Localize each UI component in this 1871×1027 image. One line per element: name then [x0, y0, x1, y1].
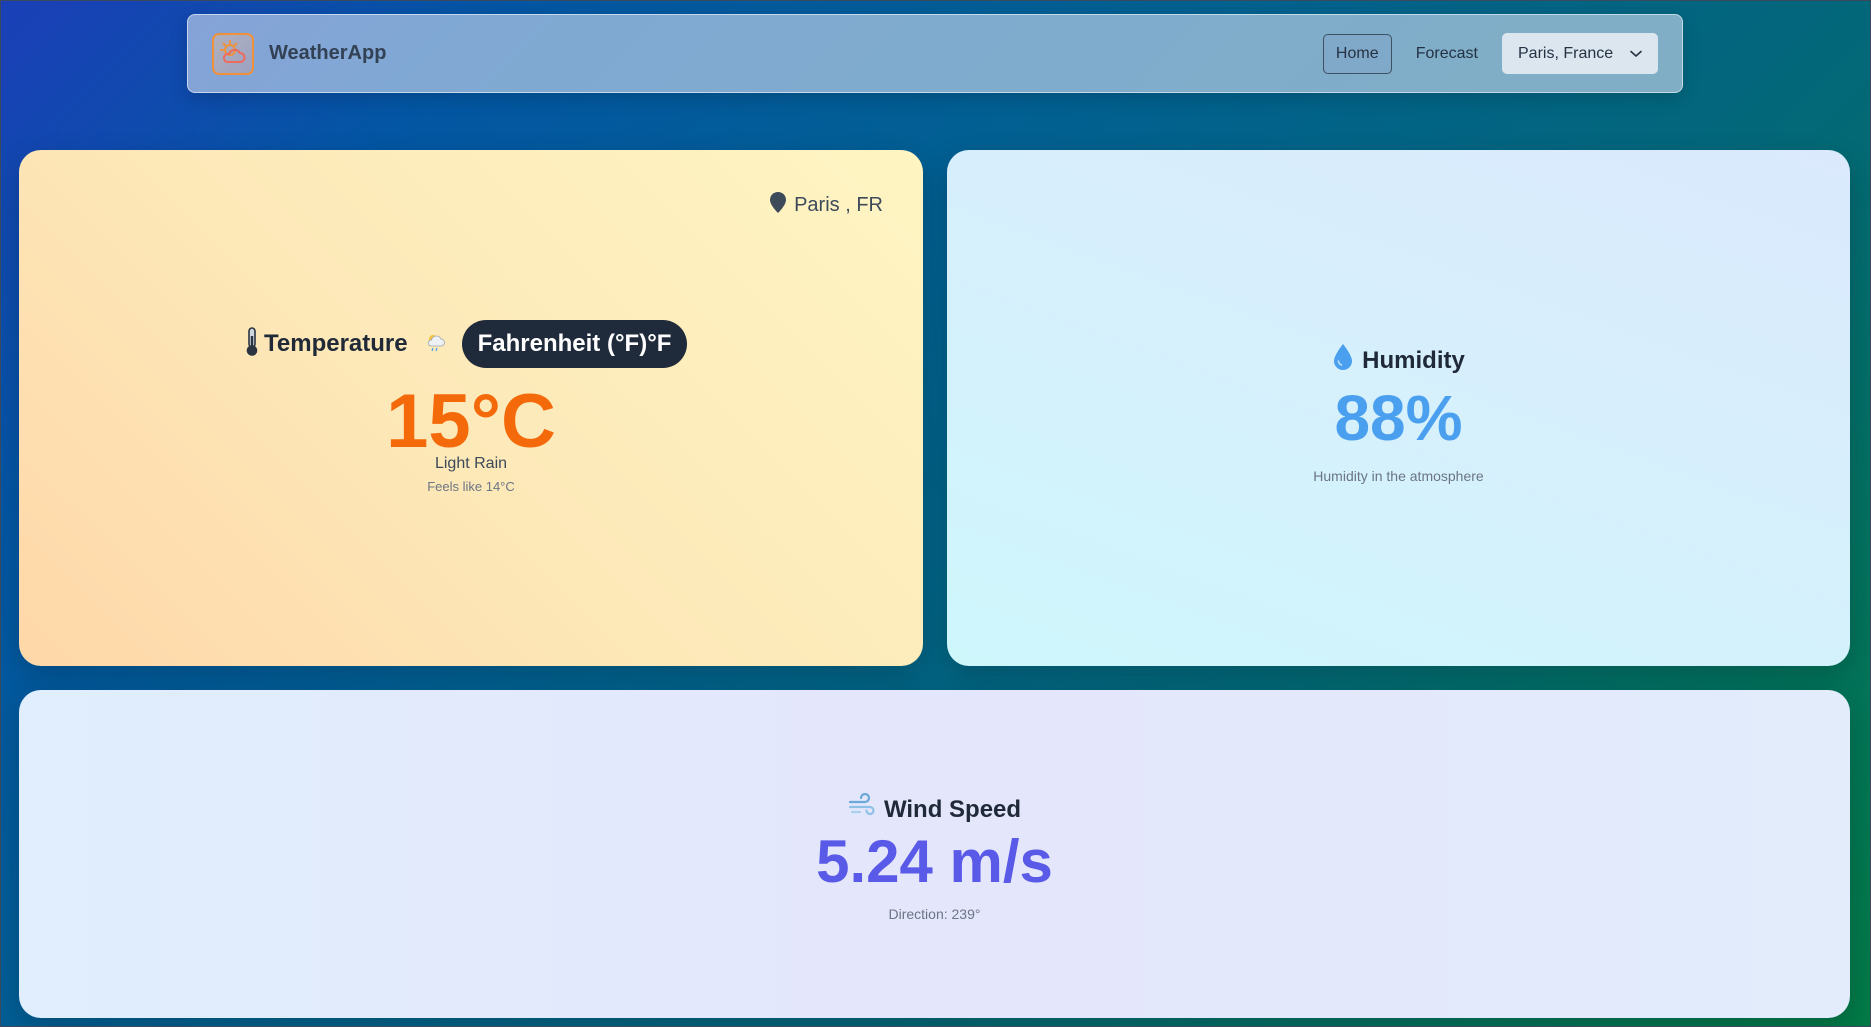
thermometer-icon: [244, 326, 260, 362]
humidity-value: 88%: [1334, 382, 1463, 454]
wind-icon: [848, 792, 884, 826]
app-brand[interactable]: WeatherApp: [269, 42, 386, 65]
humidity-header: Humidity: [947, 343, 1850, 378]
location-label: Paris , FR: [794, 194, 883, 216]
nav-home-button[interactable]: Home: [1322, 33, 1392, 74]
location-select[interactable]: Paris, France: [1502, 33, 1658, 74]
wind-value: 5.24 m/s: [816, 828, 1053, 895]
location-pin-icon: [770, 192, 794, 219]
unit-toggle-button[interactable]: Fahrenheit (°F)°F: [461, 320, 688, 368]
temperature-value: 15°C: [386, 379, 556, 464]
weather-condition: Light Rain: [434, 455, 508, 472]
wind-title: Wind Speed: [883, 795, 1022, 823]
humidity-block: Humidity 88% Humidity in the atmosphere: [947, 343, 1850, 484]
weather-logo-icon[interactable]: [212, 32, 254, 75]
temperature-card: Paris , FR Temperature Fahrenheit (°F)°F…: [19, 150, 923, 666]
wind-block: Wind Speed 5.24 m/s Direction: 239°: [19, 792, 1850, 922]
feels-like: Feels like 14°C: [427, 479, 515, 494]
humidity-title: Humidity: [1362, 346, 1465, 374]
humidity-caption: Humidity in the atmosphere: [1313, 468, 1484, 484]
nav-forecast-button[interactable]: Forecast: [1404, 34, 1490, 74]
top-navbar: WeatherApp Home Forecast Paris, France: [187, 14, 1683, 93]
wind-card: Wind Speed 5.24 m/s Direction: 239°: [19, 690, 1850, 1018]
chevron-down-icon: [1630, 45, 1642, 63]
rain-cloud-icon: [424, 330, 448, 359]
location-select-value: Paris, France: [1518, 44, 1614, 62]
wind-direction: Direction: 239°: [888, 906, 981, 922]
humidity-card: Humidity 88% Humidity in the atmosphere: [947, 150, 1850, 666]
temperature-title: Temperature: [264, 330, 408, 357]
nav-links: Home Forecast Paris, France: [1322, 33, 1658, 74]
wind-header: Wind Speed: [19, 792, 1850, 826]
temperature-header: Temperature Fahrenheit (°F)°F: [244, 320, 688, 368]
current-location: Paris , FR: [770, 192, 883, 219]
water-drop-icon: [1332, 343, 1362, 378]
